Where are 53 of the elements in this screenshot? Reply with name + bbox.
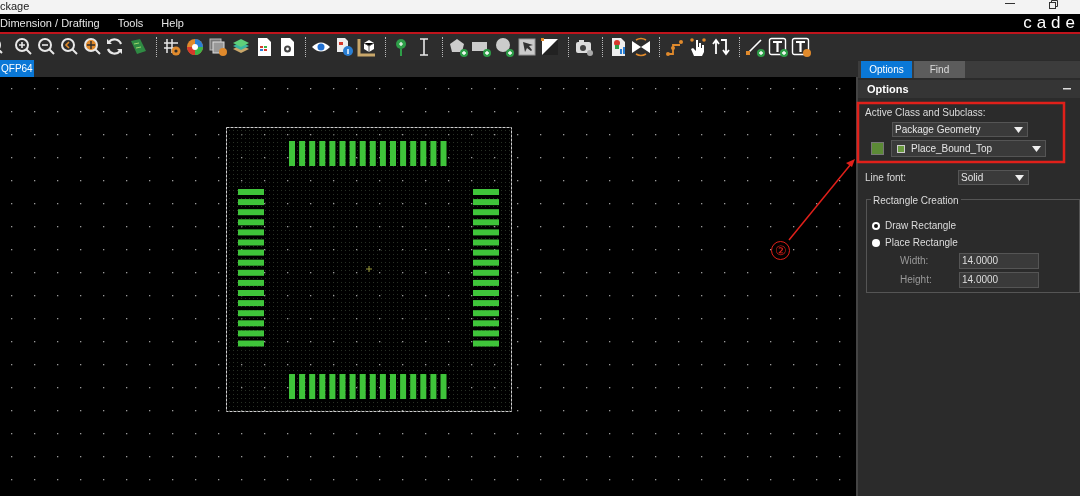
- dropdown[interactable]: Place_Bound_Top: [891, 140, 1046, 157]
- zoom-fit-icon[interactable]: [82, 37, 102, 57]
- ruler-box-icon[interactable]: [357, 37, 377, 57]
- input-field[interactable]: 14.0000: [959, 252, 1039, 269]
- color-swatch[interactable]: [871, 142, 884, 155]
- menu-item[interactable]: Dimension / Drafting: [0, 17, 100, 29]
- field-label: Width:: [900, 254, 930, 268]
- dropdown[interactable]: Package Geometry: [892, 122, 1028, 137]
- circle-add-icon[interactable]: [494, 37, 514, 57]
- window-title: ckage: [0, 0, 30, 12]
- board-icon[interactable]: [128, 37, 148, 57]
- up-down-arrows-icon[interactable]: [711, 37, 731, 57]
- hand-icon[interactable]: [688, 37, 708, 57]
- caret-icon: [1014, 126, 1023, 133]
- grid-icon[interactable]: [162, 37, 182, 57]
- field-label: Line font:: [865, 171, 908, 185]
- field-label: Height:: [900, 273, 933, 287]
- refresh-icon[interactable]: [105, 37, 125, 57]
- zoom-in-icon[interactable]: [13, 37, 33, 57]
- swap-icon[interactable]: [631, 37, 651, 57]
- layer-color-icon: [897, 144, 905, 153]
- text-add-icon[interactable]: [768, 37, 788, 57]
- origin-marker: [365, 265, 373, 273]
- logo-text: cade: [1023, 14, 1080, 32]
- radio-button[interactable]: [872, 238, 880, 247]
- field-label: Active Class and Subclass:: [865, 107, 987, 119]
- section-header[interactable]: Options: [858, 80, 1080, 98]
- caret-icon: [1032, 145, 1041, 152]
- line-add-icon[interactable]: [745, 37, 765, 57]
- caret-icon: [1015, 174, 1024, 181]
- zoom-out-icon[interactable]: [36, 37, 56, 57]
- minimize-icon[interactable]: [1005, 3, 1015, 5]
- menu-item[interactable]: Tools: [117, 17, 144, 29]
- layers-icon[interactable]: [208, 37, 228, 57]
- fill-square-icon[interactable]: [540, 37, 560, 57]
- menu-item[interactable]: Help: [161, 17, 184, 29]
- document-info-icon[interactable]: [334, 37, 354, 57]
- restore-icon[interactable]: [1049, 0, 1058, 9]
- camera-icon[interactable]: [574, 37, 594, 57]
- radio-button[interactable]: [872, 221, 880, 230]
- input-field[interactable]: 14.0000: [959, 271, 1039, 288]
- panel-tab[interactable]: Options: [861, 61, 912, 78]
- radio-label[interactable]: Draw Rectangle: [885, 218, 957, 233]
- zoom-previous-icon[interactable]: [59, 37, 79, 57]
- dropdown[interactable]: Solid: [958, 170, 1029, 185]
- document-tab[interactable]: QFP64: [0, 60, 34, 77]
- panel-tab[interactable]: Find: [914, 61, 965, 78]
- polygon-add-icon[interactable]: [448, 37, 468, 57]
- color-wheel-icon[interactable]: [185, 37, 205, 57]
- group-title: Rectangle Creation: [871, 193, 961, 208]
- radio-label[interactable]: Place Rectangle: [885, 235, 958, 250]
- connect-icon[interactable]: [665, 37, 685, 57]
- text-edit-icon[interactable]: [791, 37, 811, 57]
